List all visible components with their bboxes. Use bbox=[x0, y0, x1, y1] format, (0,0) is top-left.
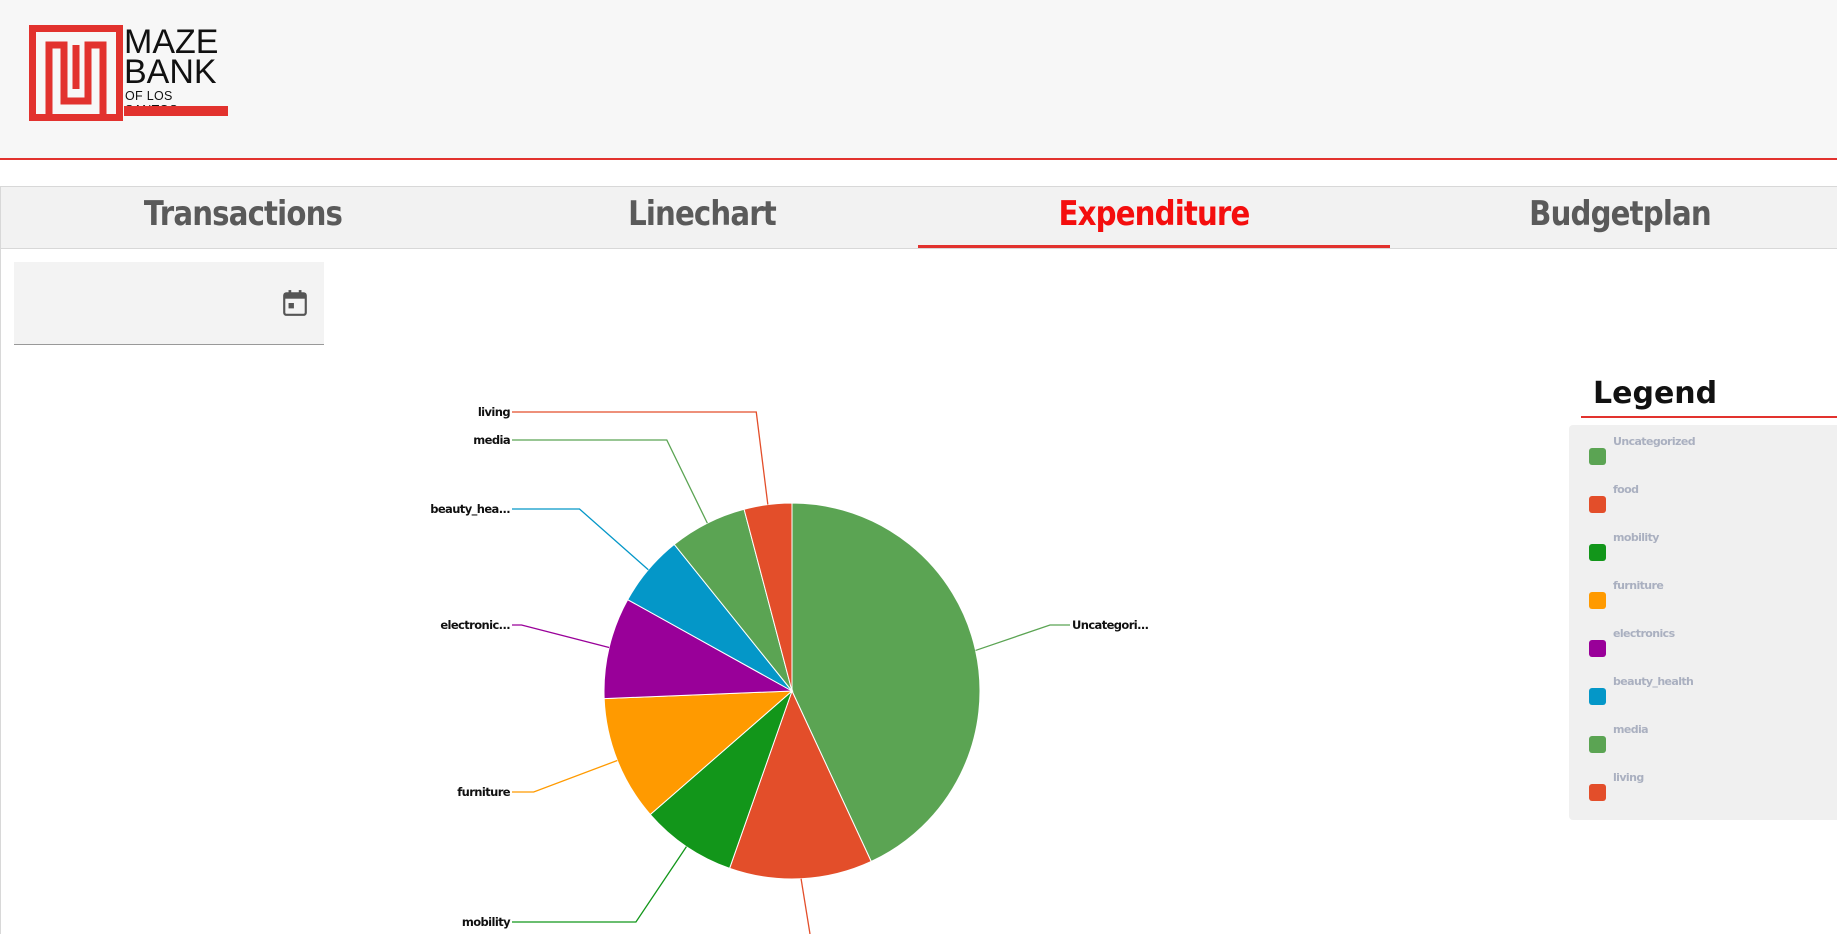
tab-budgetplan[interactable]: Budgetplan bbox=[1417, 187, 1823, 248]
legend-swatch bbox=[1589, 544, 1606, 561]
slice-label: furniture bbox=[457, 785, 511, 799]
legend-swatch bbox=[1589, 592, 1606, 609]
legend-label: Uncategorized bbox=[1613, 435, 1696, 448]
legend-label: living bbox=[1613, 771, 1644, 784]
legend-item[interactable]: food bbox=[1579, 483, 1829, 513]
legend-header: Legend bbox=[1581, 372, 1837, 418]
expenditure-pie-chart: Uncategori... mobility furniture electronic… bbox=[430, 405, 1149, 934]
slice-label: mobility bbox=[462, 915, 511, 929]
legend-swatch bbox=[1589, 784, 1606, 801]
leader-line bbox=[975, 624, 1070, 652]
legend-label: furniture bbox=[1613, 579, 1664, 592]
legend-swatch bbox=[1589, 688, 1606, 705]
legend-label: mobility bbox=[1613, 531, 1659, 544]
legend-label: media bbox=[1613, 723, 1649, 736]
legend-swatch bbox=[1589, 640, 1606, 657]
leader-line bbox=[800, 878, 811, 934]
legend-label: electronics bbox=[1613, 627, 1675, 640]
legend-label: food bbox=[1613, 483, 1639, 496]
slice-label: media bbox=[473, 433, 510, 447]
leader-line bbox=[512, 411, 769, 505]
legend-item[interactable]: beauty_health bbox=[1579, 675, 1829, 705]
legend-item[interactable]: Uncategorized bbox=[1579, 435, 1829, 465]
legend-swatch bbox=[1589, 736, 1606, 753]
legend-item[interactable]: living bbox=[1579, 771, 1829, 801]
slice-label: living bbox=[478, 405, 511, 419]
leader-line bbox=[512, 846, 687, 923]
legend-item[interactable]: furniture bbox=[1579, 579, 1829, 609]
legend-panel: Uncategorized food mobility furniture electr… bbox=[1569, 425, 1837, 820]
legend-item[interactable]: electronics bbox=[1579, 627, 1829, 657]
legend-swatch bbox=[1589, 496, 1606, 513]
legend-swatch bbox=[1589, 448, 1606, 465]
slice-label: Uncategori... bbox=[1072, 618, 1149, 632]
slice-label: beauty_hea... bbox=[430, 502, 510, 517]
legend-item[interactable]: media bbox=[1579, 723, 1829, 753]
slice-label: electronic... bbox=[440, 618, 510, 632]
leader-line bbox=[512, 624, 610, 649]
legend-item[interactable]: mobility bbox=[1579, 531, 1829, 561]
leader-line bbox=[512, 508, 649, 571]
leader-line bbox=[512, 439, 708, 524]
leader-line bbox=[512, 759, 618, 793]
legend-title: Legend bbox=[1593, 376, 1718, 411]
legend-label: beauty_health bbox=[1613, 675, 1694, 688]
